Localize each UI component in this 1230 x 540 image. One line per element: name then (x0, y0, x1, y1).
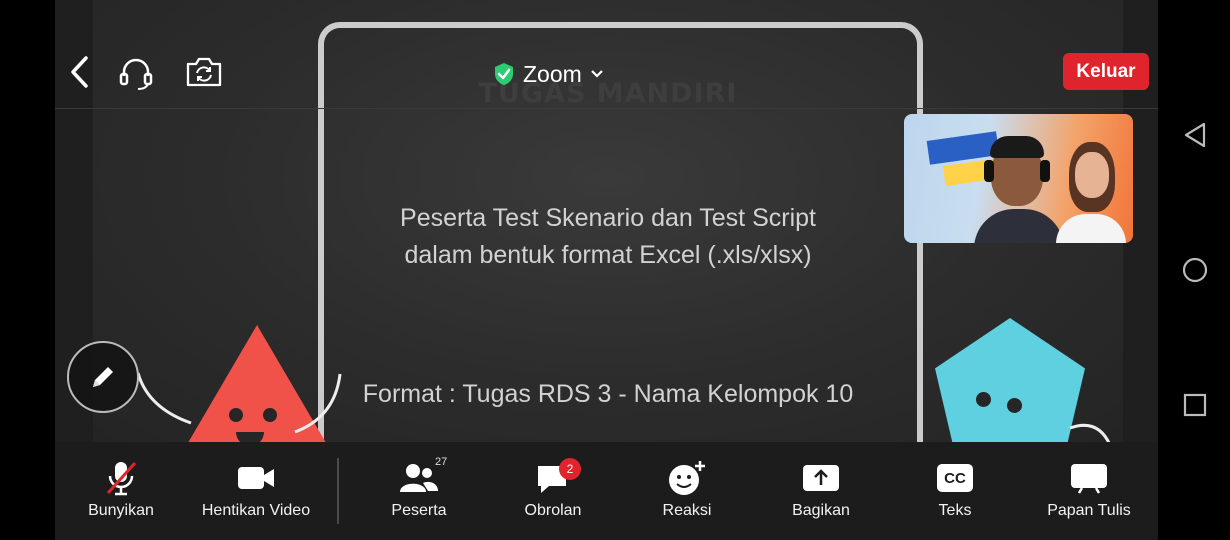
circle-home-icon (1182, 257, 1208, 283)
share-icon (802, 458, 840, 498)
character-arm (294, 373, 342, 434)
meeting-toolbar: Bunyikan Hentikan Video 27 Peserta 2 Obr… (55, 442, 1158, 540)
avatar-face (1075, 152, 1109, 198)
nav-recents-button[interactable] (1178, 388, 1212, 422)
chat-button[interactable]: 2 Obrolan (509, 442, 597, 540)
avatar-body (1056, 214, 1126, 243)
participant-count: 27 (435, 456, 448, 468)
headset-ear-piece (1040, 160, 1050, 182)
top-bar-divider (55, 108, 1158, 109)
video-camera-icon (236, 458, 276, 498)
participants-label: Peserta (391, 502, 447, 519)
annotate-button[interactable] (67, 341, 139, 413)
toolbar-separator (337, 458, 339, 524)
headset-ear-piece (984, 160, 994, 182)
participant-body (974, 209, 1064, 243)
participants-button[interactable]: 27 Peserta (375, 442, 463, 540)
nav-back-button[interactable] (1178, 118, 1212, 152)
whiteboard-button[interactable]: Papan Tulis (1039, 442, 1139, 540)
square-recents-icon (1183, 393, 1207, 417)
back-arrow-icon (71, 56, 88, 88)
character-eye (976, 392, 991, 407)
switch-camera-button[interactable] (183, 52, 225, 92)
captions-icon: CC (937, 458, 973, 498)
character-arm (136, 372, 192, 425)
share-button[interactable]: Bagikan (777, 442, 865, 540)
meeting-title-dropdown[interactable]: Zoom (493, 60, 673, 88)
headset-icon (119, 58, 153, 90)
reaction-icon (667, 458, 707, 498)
reactions-label: Reaksi (662, 502, 712, 519)
self-video-thumbnail[interactable] (904, 114, 1133, 243)
whiteboard-icon (1070, 458, 1108, 498)
stop-video-label: Hentikan Video (201, 502, 311, 519)
shield-check-icon (495, 63, 513, 85)
leave-button[interactable]: Keluar (1063, 53, 1149, 90)
system-navigation-bar (1158, 0, 1230, 540)
unmute-label: Bunyikan (88, 502, 154, 519)
pencil-icon (93, 367, 113, 387)
nav-home-button[interactable] (1178, 253, 1212, 287)
reactions-button[interactable]: Reaksi (643, 442, 731, 540)
character-eye (229, 408, 243, 422)
unmute-button[interactable]: Bunyikan (77, 442, 165, 540)
audio-headset-button[interactable] (115, 52, 157, 94)
captions-icon-text: CC (937, 464, 973, 492)
character-eye (1007, 398, 1022, 413)
share-label: Bagikan (792, 502, 850, 519)
chat-icon: 2 (535, 458, 581, 498)
blue-pentagon-character (935, 318, 1085, 445)
chat-label: Obrolan (524, 502, 582, 519)
back-button[interactable] (62, 52, 96, 92)
chevron-down-icon (591, 70, 603, 78)
microphone-muted-icon (104, 458, 138, 498)
triangle-back-icon (1184, 122, 1206, 148)
meeting-title: Zoom (523, 60, 582, 87)
stop-video-button[interactable]: Hentikan Video (197, 442, 315, 540)
participant-hair (990, 136, 1044, 158)
captions-label: Teks (938, 502, 972, 519)
switch-camera-icon (186, 57, 222, 87)
participants-icon: 27 (399, 456, 447, 498)
unread-chat-badge: 2 (559, 458, 581, 480)
whiteboard-label: Papan Tulis (1047, 502, 1131, 519)
captions-button[interactable]: CC Teks (911, 442, 999, 540)
